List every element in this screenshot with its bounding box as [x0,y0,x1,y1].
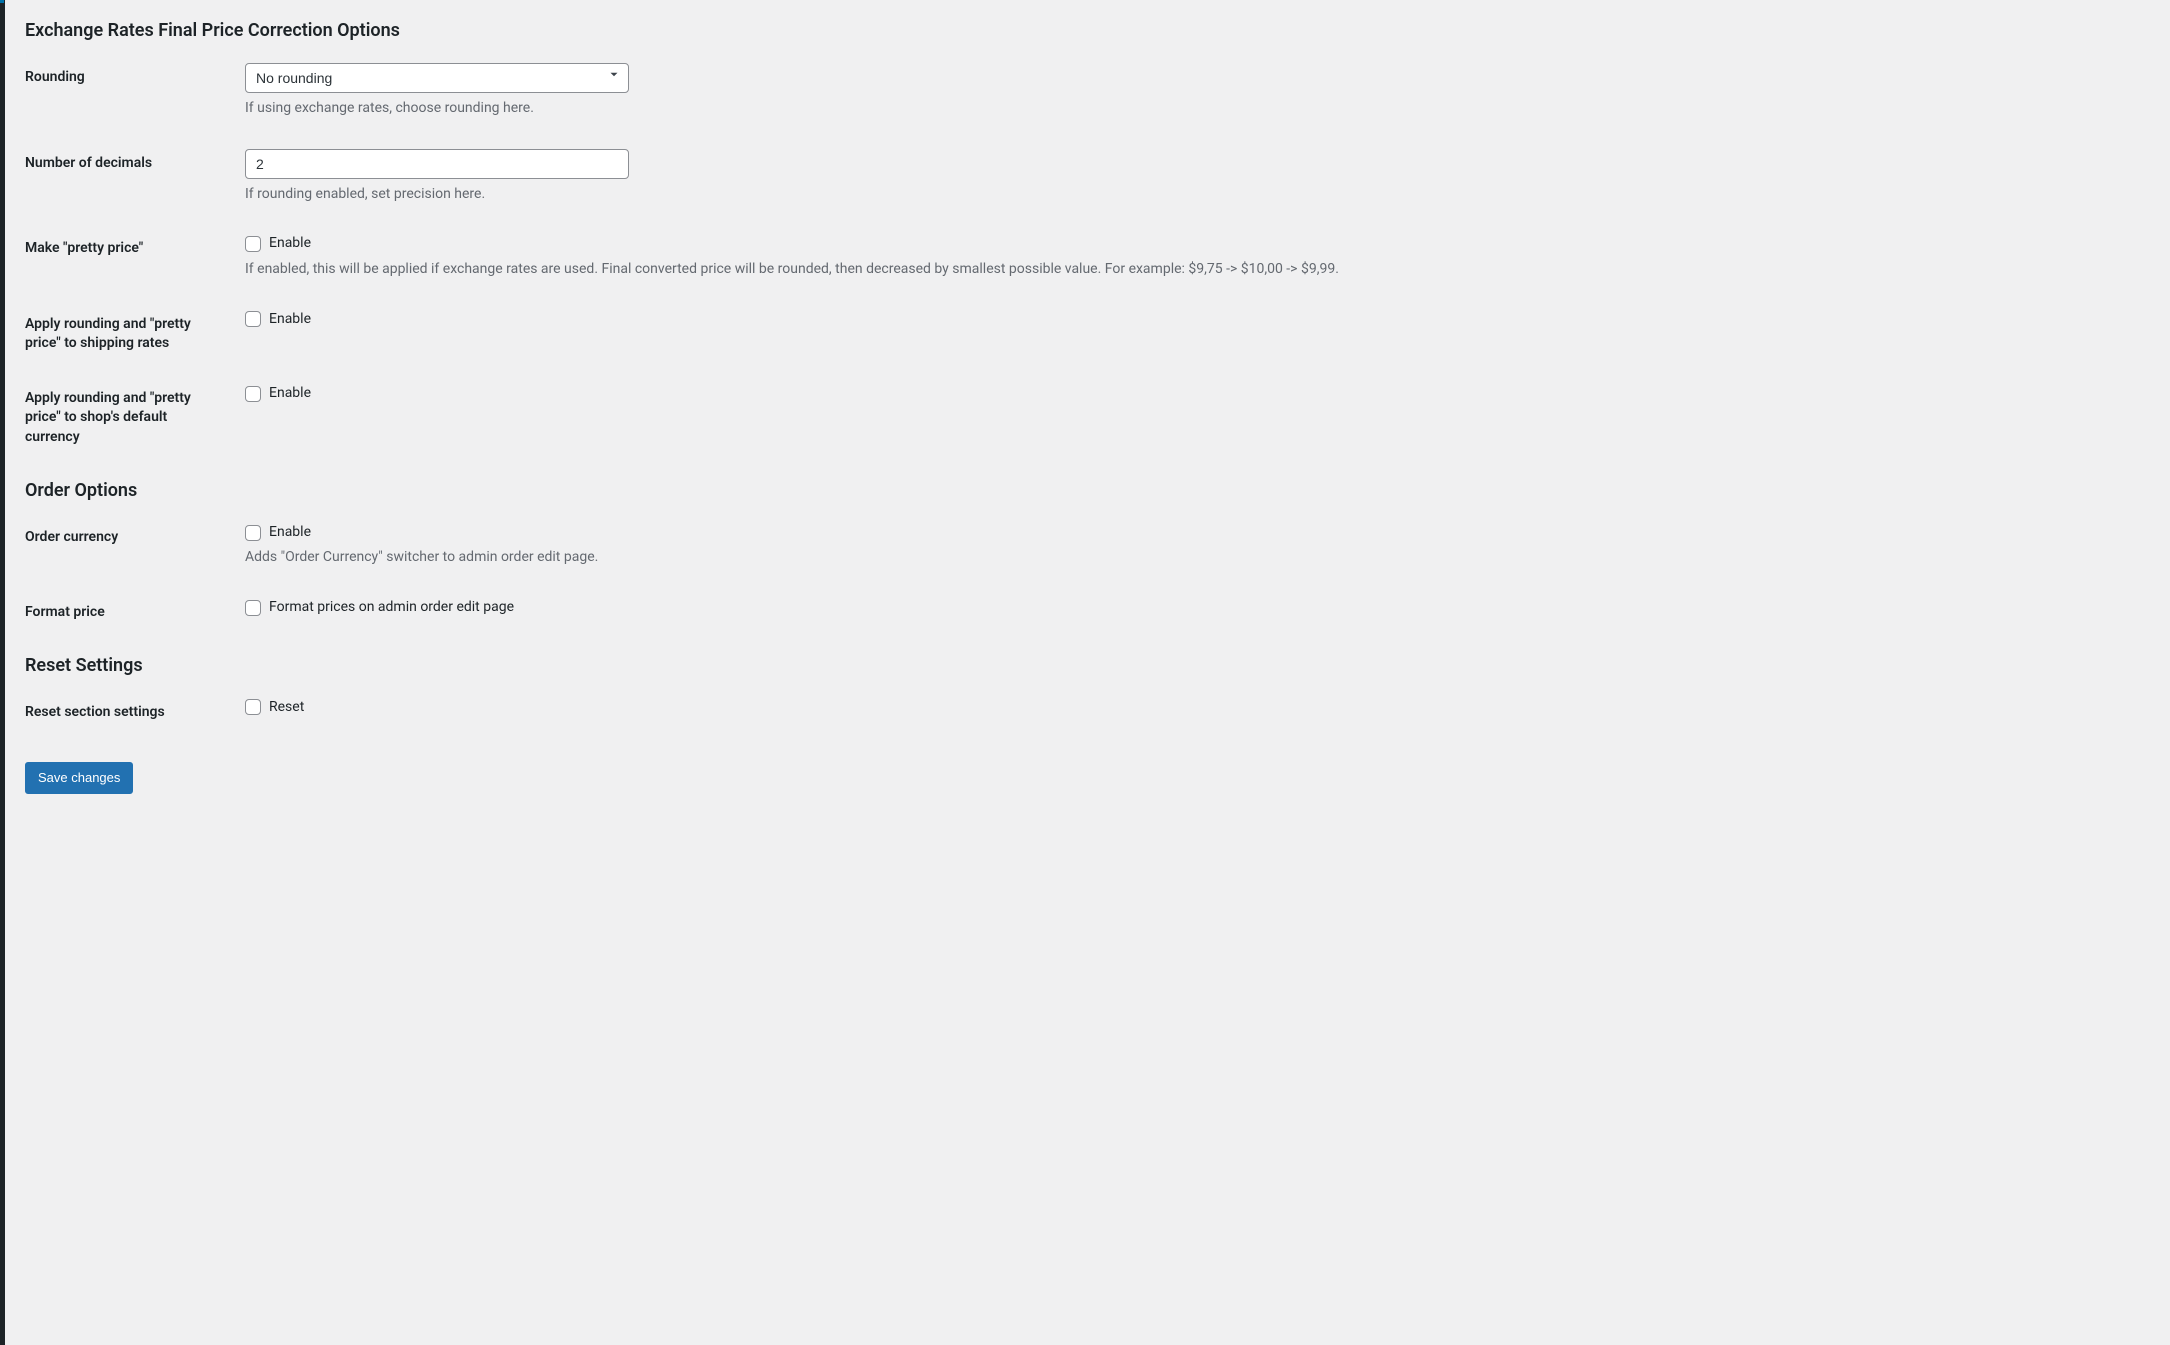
admin-bar-accent [0,0,4,3]
select-wrapper-rounding: No rounding [245,63,629,93]
label-pretty-price: Make "pretty price" [25,234,245,259]
checkbox-label-default-currency[interactable]: Enable [269,384,311,404]
description-pretty-price: If enabled, this will be applied if exch… [245,260,2150,280]
description-order-currency: Adds "Order Currency" switcher to admin … [245,548,2150,568]
row-default-currency: Apply rounding and "pretty price" to sho… [25,384,2150,448]
select-rounding[interactable]: No rounding [245,63,629,93]
field-default-currency: Enable [245,384,2150,404]
field-pretty-price: Enable If enabled, this will be applied … [245,234,2150,279]
checkbox-label-shipping-rates[interactable]: Enable [269,310,311,330]
input-decimals[interactable] [245,149,629,179]
row-order-currency: Order currency Enable Adds "Order Curren… [25,523,2150,568]
checkbox-order-currency[interactable] [245,525,261,541]
label-shipping-rates: Apply rounding and "pretty price" to shi… [25,310,245,354]
section-title-order-options: Order Options [25,478,2150,503]
checkbox-label-reset[interactable]: Reset [269,698,304,718]
description-rounding: If using exchange rates, choose rounding… [245,99,2150,119]
checkbox-label-pretty-price[interactable]: Enable [269,234,311,254]
checkbox-label-order-currency[interactable]: Enable [269,523,311,543]
checkbox-label-format-price[interactable]: Format prices on admin order edit page [269,598,514,618]
field-reset: Reset [245,698,2150,718]
row-shipping-rates: Apply rounding and "pretty price" to shi… [25,310,2150,354]
section-title-exchange-rates: Exchange Rates Final Price Correction Op… [25,18,2150,43]
label-order-currency: Order currency [25,523,245,548]
checkbox-default-currency[interactable] [245,386,261,402]
checkbox-wrapper-default-currency: Enable [245,384,2150,404]
field-order-currency: Enable Adds "Order Currency" switcher to… [245,523,2150,568]
label-rounding: Rounding [25,63,245,88]
checkbox-reset[interactable] [245,699,261,715]
field-shipping-rates: Enable [245,310,2150,330]
checkbox-pretty-price[interactable] [245,236,261,252]
field-decimals: If rounding enabled, set precision here. [245,149,2150,205]
checkbox-wrapper-reset: Reset [245,698,2150,718]
field-rounding: No rounding If using exchange rates, cho… [245,63,2150,119]
save-button[interactable]: Save changes [25,762,133,794]
label-reset: Reset section settings [25,698,245,723]
row-reset: Reset section settings Reset [25,698,2150,723]
description-decimals: If rounding enabled, set precision here. [245,185,2150,205]
label-format-price: Format price [25,598,245,623]
checkbox-wrapper-pretty-price: Enable [245,234,2150,254]
checkbox-wrapper-format-price: Format prices on admin order edit page [245,598,2150,618]
checkbox-wrapper-shipping-rates: Enable [245,310,2150,330]
row-format-price: Format price Format prices on admin orde… [25,598,2150,623]
row-rounding: Rounding No rounding If using exchange r… [25,63,2150,119]
admin-sidebar-strip [0,0,5,1345]
row-pretty-price: Make "pretty price" Enable If enabled, t… [25,234,2150,279]
checkbox-wrapper-order-currency: Enable [245,523,2150,543]
checkbox-shipping-rates[interactable] [245,311,261,327]
field-format-price: Format prices on admin order edit page [245,598,2150,618]
label-default-currency: Apply rounding and "pretty price" to sho… [25,384,245,448]
checkbox-format-price[interactable] [245,600,261,616]
label-decimals: Number of decimals [25,149,245,174]
settings-content: Exchange Rates Final Price Correction Op… [5,0,2170,834]
section-title-reset-settings: Reset Settings [25,653,2150,678]
row-decimals: Number of decimals If rounding enabled, … [25,149,2150,205]
